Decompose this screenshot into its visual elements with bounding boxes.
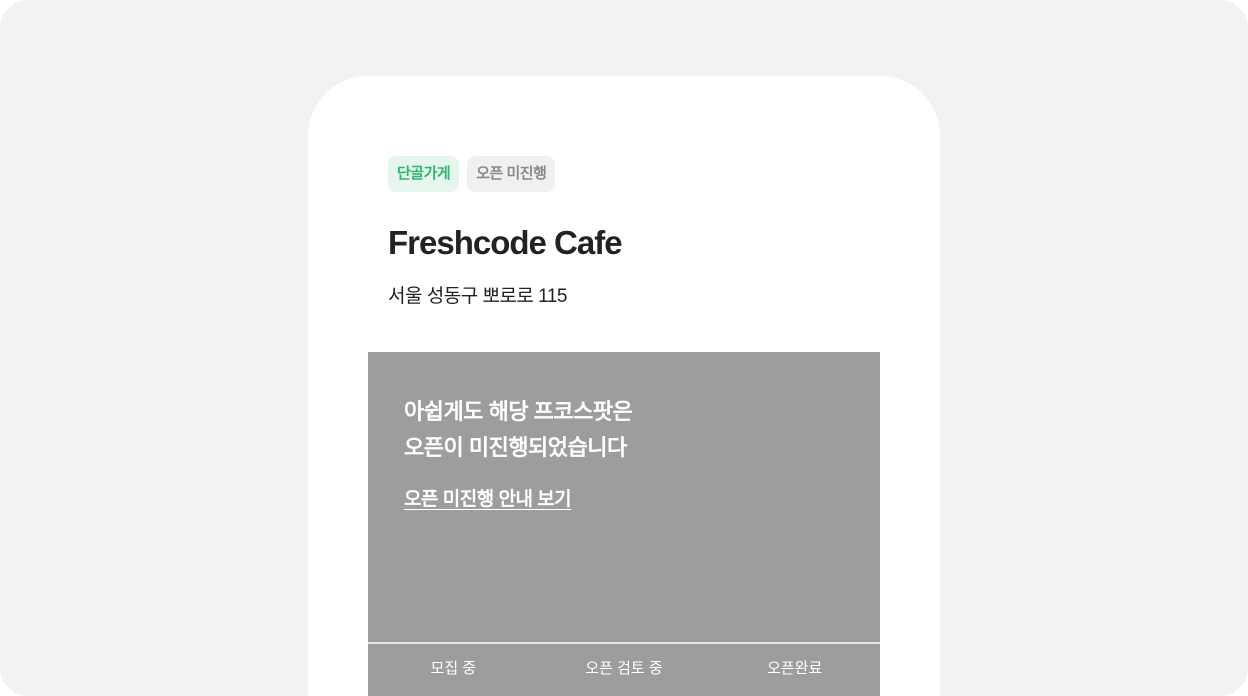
notice-line-2: 오픈이 미진행되었습니다 bbox=[404, 435, 627, 460]
badge-group: 단골가게 오픈 미진행 bbox=[388, 156, 556, 192]
notice-line-1: 아쉽게도 해당 프코스팟은 bbox=[404, 399, 633, 424]
notice-message: 아쉽게도 해당 프코스팟은 오픈이 미진행되었습니다 bbox=[404, 394, 633, 466]
not-opened-guide-link[interactable]: 오픈 미진행 안내 보기 bbox=[404, 484, 572, 511]
progress-steps: 모집 중 오픈 검토 중 오픈완료 bbox=[368, 644, 880, 696]
store-card: 단골가게 오픈 미진행 Freshcode Cafe 서울 성동구 뽀로로 11… bbox=[308, 76, 940, 696]
favorite-store-badge: 단골가게 bbox=[388, 156, 460, 192]
store-address: 서울 성동구 뽀로로 115 bbox=[388, 286, 567, 307]
step-recruiting: 모집 중 bbox=[430, 660, 477, 677]
notice-panel: 아쉽게도 해당 프코스팟은 오픈이 미진행되었습니다 오픈 미진행 안내 보기 bbox=[368, 352, 880, 642]
store-name: Freshcode Cafe bbox=[388, 224, 623, 261]
step-reviewing: 오픈 검토 중 bbox=[585, 660, 663, 677]
step-opened: 오픈완료 bbox=[767, 660, 823, 677]
app-frame: 단골가게 오픈 미진행 Freshcode Cafe 서울 성동구 뽀로로 11… bbox=[0, 0, 1248, 696]
open-status-badge: 오픈 미진행 bbox=[467, 156, 556, 192]
